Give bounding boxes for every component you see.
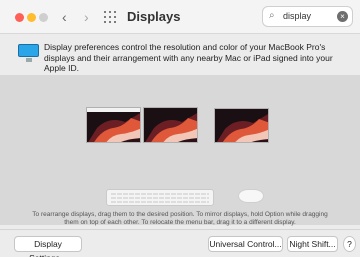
clear-search-icon[interactable]: × — [337, 11, 348, 22]
window-title: Displays — [127, 9, 181, 24]
arrangement-help-text: To rearrange displays, drag them to the … — [20, 211, 340, 227]
display-thumbnail[interactable] — [214, 108, 269, 143]
universal-control-button[interactable]: Universal Control... — [208, 236, 283, 252]
display-icon — [18, 44, 39, 62]
help-button[interactable]: ? — [343, 236, 356, 252]
minimize-window-button[interactable] — [27, 13, 36, 22]
help-text-line: To rearrange displays, drag them to the … — [32, 211, 328, 218]
wallpaper-image — [87, 108, 140, 142]
forward-arrow-icon[interactable]: › — [84, 8, 89, 26]
menu-bar-indicator[interactable] — [87, 108, 140, 112]
show-all-grid-icon[interactable] — [104, 11, 116, 23]
display-thumbnail[interactable] — [143, 107, 198, 143]
mouse-icon — [238, 189, 264, 203]
search-icon: ⌕ — [269, 10, 275, 21]
search-field[interactable]: ⌕ display × — [262, 6, 353, 27]
bottom-toolbar: Display Settings... Universal Control...… — [0, 229, 360, 257]
search-input[interactable]: display — [283, 11, 311, 21]
wallpaper-image — [215, 109, 268, 142]
display-settings-button[interactable]: Display Settings... — [14, 236, 82, 257]
info-text: Display preferences control the resoluti… — [44, 42, 333, 73]
zoom-window-button[interactable] — [39, 13, 48, 22]
title-bar: ‹ › Displays ⌕ display × — [0, 0, 360, 34]
night-shift-button[interactable]: Night Shift... — [287, 236, 338, 252]
close-window-button[interactable] — [15, 13, 24, 22]
display-thumbnail[interactable] — [86, 107, 141, 143]
help-text-line: them on top of each other. To relocate t… — [64, 219, 296, 226]
wallpaper-image — [144, 108, 197, 142]
keyboard-icon — [106, 189, 214, 206]
display-arrangement-area[interactable]: To rearrange displays, drag them to the … — [0, 75, 360, 227]
back-arrow-icon[interactable]: ‹ — [62, 8, 67, 26]
